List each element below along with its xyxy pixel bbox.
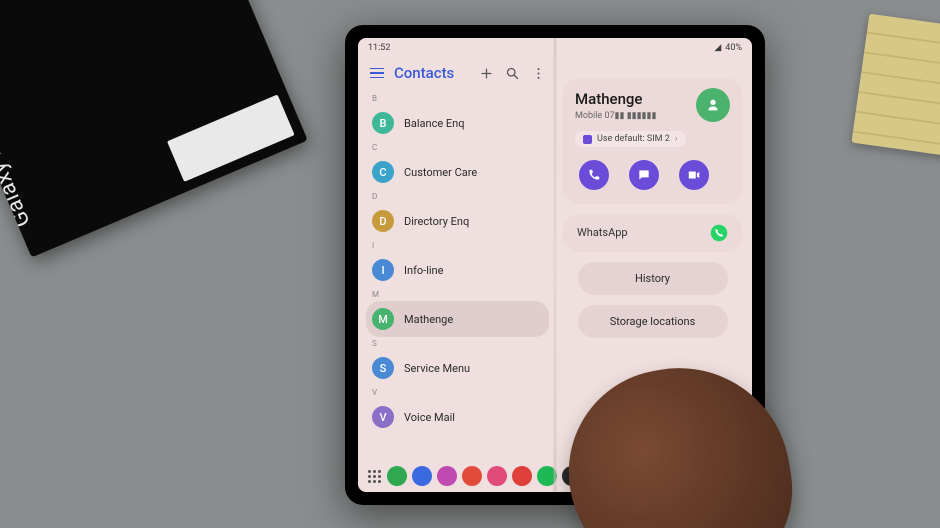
contact-row[interactable]: D Directory Enq xyxy=(366,203,549,239)
contact-row[interactable]: C Customer Care xyxy=(366,154,549,190)
page-title: Contacts xyxy=(394,64,469,82)
section-header: D xyxy=(366,190,549,203)
contact-row[interactable]: B Balance Enq xyxy=(366,105,549,141)
search-icon[interactable] xyxy=(503,64,521,82)
contact-row[interactable]: V Voice Mail xyxy=(366,399,549,435)
contact-name: Voice Mail xyxy=(404,411,455,424)
dock-app-gallery[interactable] xyxy=(487,466,507,486)
product-box: Galaxy Z Fold6 xyxy=(0,0,308,257)
signal-icon: ◢ xyxy=(714,43,721,53)
contacts-list-pane: Contacts BB Balance Enq CC Customer Care DDD… xyxy=(358,56,555,464)
box-label: Galaxy Z Fold6 xyxy=(0,82,36,231)
whatsapp-label: WhatsApp xyxy=(577,226,628,239)
message-button[interactable] xyxy=(629,160,659,190)
contact-name: Mathenge xyxy=(404,313,453,326)
add-icon[interactable] xyxy=(477,64,495,82)
contact-list[interactable]: BB Balance Enq CC Customer Care DD Directory … xyxy=(366,92,549,464)
whatsapp-icon xyxy=(710,224,728,242)
box-barcode xyxy=(167,94,295,181)
dock-app-phone[interactable] xyxy=(387,466,407,486)
section-header: C xyxy=(366,141,549,154)
battery-text: 40% xyxy=(725,43,742,53)
section-header: B xyxy=(366,92,549,105)
storage-button[interactable]: Storage locations xyxy=(578,305,728,338)
section-header: M xyxy=(366,288,549,301)
whatsapp-row[interactable]: WhatsApp xyxy=(563,214,742,252)
video-button[interactable] xyxy=(679,160,709,190)
status-time: 11:52 xyxy=(368,43,390,53)
sim-chip[interactable]: Use default: SIM 2 › xyxy=(575,131,686,147)
avatar-icon: M xyxy=(372,308,394,330)
avatar-icon: V xyxy=(372,406,394,428)
contact-name: Balance Enq xyxy=(404,117,464,130)
contact-row[interactable]: I Info-line xyxy=(366,252,549,288)
contact-name: Info-line xyxy=(404,264,443,277)
avatar-icon: C xyxy=(372,161,394,183)
section-header: I xyxy=(366,239,549,252)
status-bar: 11:52 ◢ 40% xyxy=(358,38,752,56)
chevron-right-icon: › xyxy=(675,134,678,144)
avatar[interactable] xyxy=(696,88,730,122)
overflow-icon[interactable] xyxy=(529,64,547,82)
sim-icon xyxy=(583,135,592,144)
contact-row[interactable]: M Mathenge xyxy=(366,301,549,337)
avatar-icon: S xyxy=(372,357,394,379)
dock-app-bixby[interactable] xyxy=(437,466,457,486)
dock-app-flipboard[interactable] xyxy=(462,466,482,486)
menu-icon[interactable] xyxy=(368,64,386,82)
avatar-icon: I xyxy=(372,259,394,281)
section-header: V xyxy=(366,386,549,399)
app-drawer-icon[interactable] xyxy=(366,470,382,483)
avatar-icon: D xyxy=(372,210,394,232)
wooden-blocks xyxy=(851,14,940,157)
dock-app-spotify[interactable] xyxy=(537,466,557,486)
dock-app-messages[interactable] xyxy=(412,466,432,486)
dock-app-youtube[interactable] xyxy=(512,466,532,486)
history-button[interactable]: History xyxy=(578,262,728,295)
contact-card: Mathenge Mobile 07▮▮ ▮▮▮▮▮▮ Use default:… xyxy=(563,78,742,204)
section-header: S xyxy=(366,337,549,350)
avatar-icon: B xyxy=(372,112,394,134)
contact-name: Service Menu xyxy=(404,362,470,375)
contact-row[interactable]: S Service Menu xyxy=(366,350,549,386)
call-button[interactable] xyxy=(579,160,609,190)
contact-name: Customer Care xyxy=(404,166,477,179)
contact-name: Directory Enq xyxy=(404,215,469,228)
